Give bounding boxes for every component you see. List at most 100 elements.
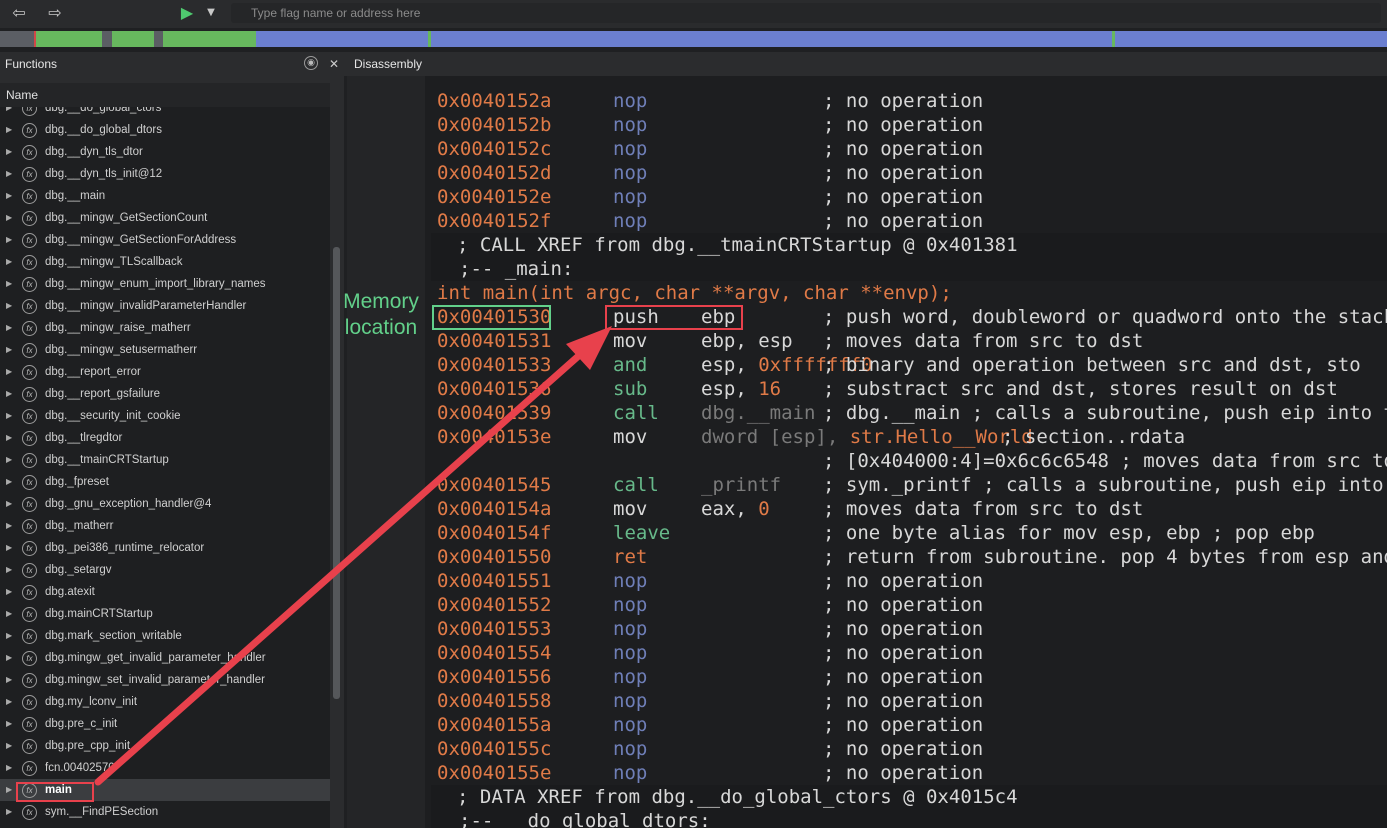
- function-item[interactable]: ▶ fx dbg._gnu_exception_handler@4: [0, 493, 330, 515]
- function-item[interactable]: ▶ fx dbg.__do_global_dtors: [0, 119, 330, 141]
- function-item[interactable]: ▶ fx dbg.__dyn_tls_init@12: [0, 163, 330, 185]
- forward-arrow-icon[interactable]: ⇨: [44, 3, 66, 23]
- expand-arrow-icon[interactable]: ▶: [6, 405, 12, 427]
- function-item[interactable]: ▶ fx dbg.pre_c_init: [0, 713, 330, 735]
- expand-arrow-icon[interactable]: ▶: [6, 581, 12, 603]
- expand-arrow-icon[interactable]: ▶: [6, 537, 12, 559]
- function-item[interactable]: ▶ fx dbg.__report_error: [0, 361, 330, 383]
- expand-arrow-icon[interactable]: ▶: [6, 669, 12, 691]
- function-item[interactable]: ▶ fx dbg.__mingw_raise_matherr: [0, 317, 330, 339]
- expand-arrow-icon[interactable]: ▶: [6, 713, 12, 735]
- instruction-address[interactable]: 0x00401531: [437, 329, 551, 353]
- function-item[interactable]: ▶ fx dbg.__security_init_cookie: [0, 405, 330, 427]
- expand-arrow-icon[interactable]: ▶: [6, 493, 12, 515]
- expand-arrow-icon[interactable]: ▶: [6, 625, 12, 647]
- function-item[interactable]: ▶ fx dbg.__tlregdtor: [0, 427, 330, 449]
- instruction-address[interactable]: 0x00401536: [437, 377, 551, 401]
- function-item[interactable]: ▶ fx dbg.mainCRTStartup: [0, 603, 330, 625]
- function-item[interactable]: ▶ fx dbg.__dyn_tls_dtor: [0, 141, 330, 163]
- instruction-address[interactable]: 0x00401550: [437, 545, 551, 569]
- expand-arrow-icon[interactable]: ▶: [6, 471, 12, 493]
- function-item[interactable]: ▶ fx dbg.atexit: [0, 581, 330, 603]
- instruction-address[interactable]: 0x0040155a: [437, 713, 551, 737]
- function-item[interactable]: ▶ fx fcn.00402570: [0, 757, 330, 779]
- instruction-address[interactable]: 0x0040154a: [437, 497, 551, 521]
- expand-arrow-icon[interactable]: ▶: [6, 317, 12, 339]
- expand-arrow-icon[interactable]: ▶: [6, 163, 12, 185]
- function-item[interactable]: ▶ fx dbg._matherr: [0, 515, 330, 537]
- instruction-address[interactable]: 0x0040152c: [437, 137, 551, 161]
- expand-arrow-icon[interactable]: ▶: [6, 801, 12, 823]
- function-item[interactable]: ▶ fx dbg.__do_global_ctors: [0, 107, 330, 119]
- expand-arrow-icon[interactable]: ▶: [6, 141, 12, 163]
- function-item[interactable]: ▶ fx dbg.__mingw_enum_import_library_names: [0, 273, 330, 295]
- instruction-address[interactable]: 0x0040152d: [437, 161, 551, 185]
- dropdown-icon[interactable]: ▼: [200, 3, 222, 23]
- function-item[interactable]: ▶ fx dbg.pre_cpp_init: [0, 735, 330, 757]
- expand-arrow-icon[interactable]: ▶: [6, 119, 12, 141]
- function-item[interactable]: ▶ fx sym.__FindPESection: [0, 801, 330, 823]
- instruction-address[interactable]: 0x0040153e: [437, 425, 551, 449]
- function-item[interactable]: ▶ fx dbg.__main: [0, 185, 330, 207]
- expand-arrow-icon[interactable]: ▶: [6, 515, 12, 537]
- function-item[interactable]: ▶ fx dbg.__mingw_GetSectionCount: [0, 207, 330, 229]
- expand-arrow-icon[interactable]: ▶: [6, 449, 12, 471]
- function-item[interactable]: ▶ fx dbg._setargv: [0, 559, 330, 581]
- instruction-address[interactable]: 0x00401552: [437, 593, 551, 617]
- disassembly-tab[interactable]: Disassembly: [344, 52, 1387, 76]
- expand-arrow-icon[interactable]: ▶: [6, 383, 12, 405]
- instruction-address[interactable]: 0x00401533: [437, 353, 551, 377]
- function-item[interactable]: ▶ fx dbg.mingw_get_invalid_parameter_handl…: [0, 647, 330, 669]
- expand-arrow-icon[interactable]: ▶: [6, 361, 12, 383]
- function-item[interactable]: ▶ fx dbg.__mingw_invalidParameterHandler: [0, 295, 330, 317]
- instruction-address[interactable]: 0x0040152b: [437, 113, 551, 137]
- instruction-address[interactable]: 0x00401545: [437, 473, 551, 497]
- function-item[interactable]: ▶ fx dbg._pei386_runtime_relocator: [0, 537, 330, 559]
- functions-list[interactable]: ▶ fx dbg.__do_global_ctors ▶ fx dbg.__do_glob…: [0, 107, 330, 828]
- instruction-address[interactable]: 0x00401551: [437, 569, 551, 593]
- flag-search-input[interactable]: Type flag name or address here: [231, 3, 1381, 23]
- function-item[interactable]: ▶ fx dbg.__tmainCRTStartup: [0, 449, 330, 471]
- close-icon[interactable]: ✕: [327, 57, 341, 71]
- expand-arrow-icon[interactable]: ▶: [6, 295, 12, 317]
- function-item[interactable]: ▶ fx dbg.__report_gsfailure: [0, 383, 330, 405]
- expand-arrow-icon[interactable]: ▶: [6, 107, 12, 119]
- function-item[interactable]: ▶ fx dbg._fpreset: [0, 471, 330, 493]
- name-column-header[interactable]: Name: [0, 83, 330, 107]
- expand-arrow-icon[interactable]: ▶: [6, 735, 12, 757]
- expand-arrow-icon[interactable]: ▶: [6, 273, 12, 295]
- panel-float-icon[interactable]: ◉: [304, 56, 318, 70]
- back-arrow-icon[interactable]: ⇦: [8, 3, 30, 23]
- expand-arrow-icon[interactable]: ▶: [6, 691, 12, 713]
- function-item[interactable]: ▶ fx dbg.__mingw_setusermatherr: [0, 339, 330, 361]
- function-item[interactable]: ▶ fx dbg.my_lconv_init: [0, 691, 330, 713]
- expand-arrow-icon[interactable]: ▶: [6, 427, 12, 449]
- instruction-address[interactable]: 0x0040152f: [437, 209, 551, 233]
- disassembly-view[interactable]: 0x0040152a nop ; no operation 0x0040152b nop…: [347, 76, 1387, 828]
- instruction-address[interactable]: 0x0040152a: [437, 89, 551, 113]
- instruction-address[interactable]: 0x00401554: [437, 641, 551, 665]
- expand-arrow-icon[interactable]: ▶: [6, 603, 12, 625]
- instruction-address[interactable]: 0x00401558: [437, 689, 551, 713]
- instruction-address[interactable]: 0x00401539: [437, 401, 551, 425]
- function-item[interactable]: ▶ fx dbg.__mingw_TLScallback: [0, 251, 330, 273]
- expand-arrow-icon[interactable]: ▶: [6, 757, 12, 779]
- instruction-address[interactable]: 0x0040155c: [437, 737, 551, 761]
- address-overview-bar[interactable]: [0, 31, 1387, 47]
- expand-arrow-icon[interactable]: ▶: [6, 647, 12, 669]
- expand-arrow-icon[interactable]: ▶: [6, 229, 12, 251]
- expand-arrow-icon[interactable]: ▶: [6, 207, 12, 229]
- play-icon[interactable]: ▶: [176, 3, 198, 23]
- instruction-address[interactable]: 0x00401556: [437, 665, 551, 689]
- instruction-address[interactable]: 0x0040155e: [437, 761, 551, 785]
- expand-arrow-icon[interactable]: ▶: [6, 185, 12, 207]
- expand-arrow-icon[interactable]: ▶: [6, 559, 12, 581]
- expand-arrow-icon[interactable]: ▶: [6, 779, 12, 801]
- instruction-address[interactable]: 0x0040154f: [437, 521, 551, 545]
- expand-arrow-icon[interactable]: ▶: [6, 251, 12, 273]
- expand-arrow-icon[interactable]: ▶: [6, 339, 12, 361]
- function-item[interactable]: ▶ fx dbg.__mingw_GetSectionForAddress: [0, 229, 330, 251]
- function-item[interactable]: ▶ fx dbg.mingw_set_invalid_parameter_handl…: [0, 669, 330, 691]
- function-item[interactable]: ▶ fx dbg.mark_section_writable: [0, 625, 330, 647]
- instruction-address[interactable]: 0x0040152e: [437, 185, 551, 209]
